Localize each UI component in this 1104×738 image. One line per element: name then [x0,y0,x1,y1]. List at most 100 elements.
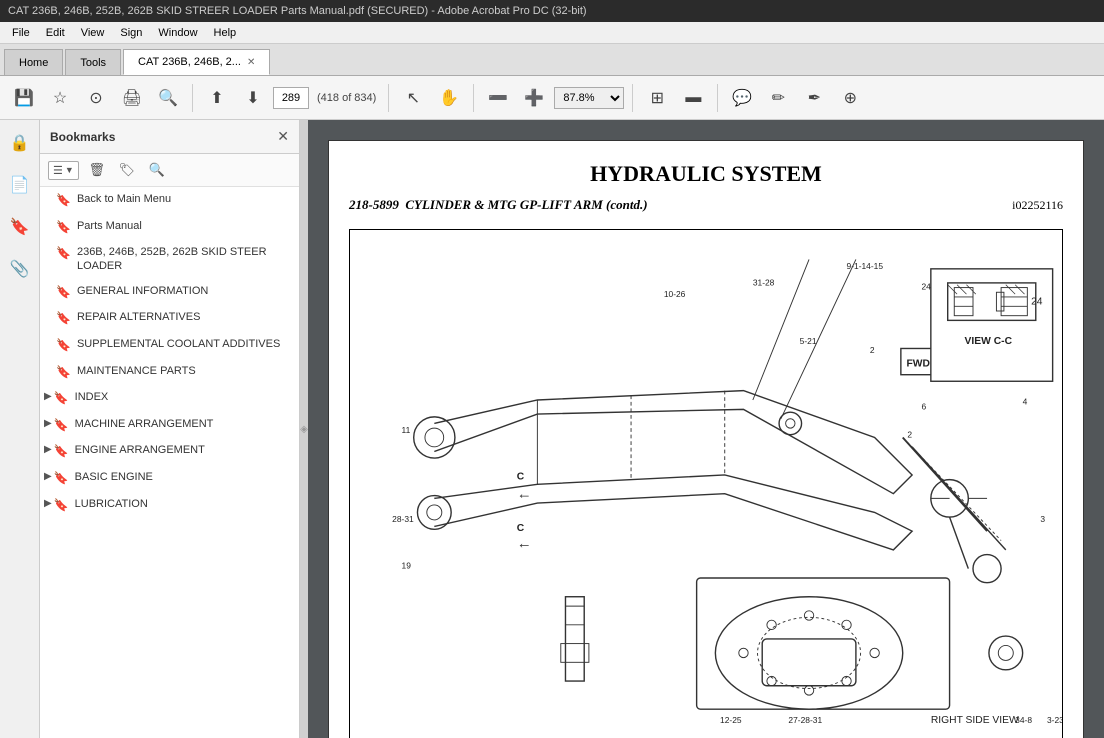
menu-view[interactable]: View [73,25,113,41]
zoom-in-button[interactable]: ➕ [518,82,550,114]
panel-icon-pages[interactable]: 📄 [5,170,35,200]
panel-icon-lock[interactable]: 🔒 [5,128,35,158]
sidebar-view-dropdown[interactable]: ☰ ▼ [48,161,79,180]
bookmark-basic-engine[interactable]: ▶ 🔖 BASIC ENGINE [40,465,299,492]
svg-text:VIEW C-C: VIEW C-C [965,336,1013,347]
prev-page-button[interactable]: ⬆ [201,82,233,114]
main-layout: 🔒 📄 🔖 📎 Bookmarks ✕ ☰ ▼ 🗑 🏷 🔍 🔖 Back to … [0,120,1104,738]
bookmark-icon-3: 🔖 [56,246,71,262]
sidebar-close-icon[interactable]: ✕ [277,128,289,145]
menu-edit[interactable]: Edit [38,25,73,41]
bookmark-label-11: BASIC ENGINE [75,470,291,484]
content-area[interactable]: HYDRAULIC SYSTEM 218-5899 CYLINDER & MTG… [308,120,1104,738]
bookmark-icon-2: 🔖 [56,220,71,236]
title-bar: CAT 236B, 246B, 252B, 262B SKID STREER L… [0,0,1104,22]
separator-4 [632,84,633,112]
svg-text:2: 2 [907,429,912,439]
next-page-button[interactable]: ⬇ [237,82,269,114]
expand-arrow-lub: ▶ [44,497,52,510]
bookmark-label-5: REPAIR ALTERNATIVES [77,310,291,324]
fit-width-button[interactable]: ▬ [677,82,709,114]
tab-close-icon[interactable]: ✕ [247,57,255,68]
svg-text:3-23: 3-23 [1047,715,1062,725]
bookmark-icon-10: 🔖 [54,444,69,460]
title-text: CAT 236B, 246B, 252B, 262B SKID STREER L… [8,5,587,17]
tab-document[interactable]: CAT 236B, 246B, 2... ✕ [123,49,270,75]
toolbar: 💾 ☆ ⊙ 🖨 🔍 ⬆ ⬇ (418 of 834) ↖ ✋ ➖ ➕ 87.8%… [0,76,1104,120]
diagram-svg: C ← C ← [350,230,1062,738]
share-button[interactable]: ⊙ [80,82,112,114]
bookmark-parts-manual[interactable]: 🔖 Parts Manual [40,214,299,241]
bookmark-icon-9: 🔖 [54,418,69,434]
bookmark-icon-1: 🔖 [56,193,71,209]
separator-5 [717,84,718,112]
svg-text:24: 24 [1031,296,1043,307]
tab-home[interactable]: Home [4,49,63,75]
bookmark-maintenance[interactable]: 🔖 MAINTENANCE PARTS [40,359,299,386]
zoom-out-button[interactable]: ➖ [482,82,514,114]
panel-icon-bookmarks[interactable]: 🔖 [5,212,35,242]
bookmark-label-8: INDEX [75,390,291,404]
svg-text:RIGHT SIDE VIEW: RIGHT SIDE VIEW [931,715,1019,726]
menu-file[interactable]: File [4,25,38,41]
bookmark-index[interactable]: ▶ 🔖 INDEX [40,385,299,412]
svg-text:19: 19 [402,561,412,571]
bookmark-label-4: GENERAL INFORMATION [77,284,291,298]
stamp-button[interactable]: ⊕ [834,82,866,114]
bookmark-lubrication[interactable]: ▶ 🔖 LUBRICATION [40,492,299,519]
sidebar-delete-button[interactable]: 🗑 [85,158,109,182]
print-button[interactable]: 🖨 [116,82,148,114]
search-button[interactable]: 🔍 [152,82,184,114]
highlight-button[interactable]: ✏ [762,82,794,114]
bookmark-icon-7: 🔖 [56,365,71,381]
page-number-input[interactable] [273,87,309,109]
svg-text:C: C [517,472,525,483]
menu-help[interactable]: Help [206,25,245,41]
fit-page-button[interactable]: ⊞ [641,82,673,114]
bookmark-label-7: MAINTENANCE PARTS [77,364,291,378]
bookmark-icon-5: 🔖 [56,311,71,327]
zoom-select[interactable]: 87.8% 100% 125% 75% [554,87,624,109]
svg-text:31-28: 31-28 [753,278,775,288]
hand-tool[interactable]: ✋ [433,82,465,114]
comment-button[interactable]: 💬 [726,82,758,114]
bookmark-label-1: Back to Main Menu [77,192,291,206]
bookmark-machine-arr[interactable]: ▶ 🔖 MACHINE ARRANGEMENT [40,412,299,439]
menu-window[interactable]: Window [150,25,205,41]
cursor-tool[interactable]: ↖ [397,82,429,114]
panel-icon-attach[interactable]: 📎 [5,254,35,284]
fwd-label: FWD [906,358,929,369]
bookmark-repair-alt[interactable]: 🔖 REPAIR ALTERNATIVES [40,305,299,332]
sidebar-resize-handle[interactable]: ◈ [300,120,308,738]
bookmark-icon-4: 🔖 [56,285,71,301]
sidebar: Bookmarks ✕ ☰ ▼ 🗑 🏷 🔍 🔖 Back to Main Men… [40,120,300,738]
sidebar-search-button[interactable]: 🔍 [145,158,169,182]
bookmark-back-to-main[interactable]: 🔖 Back to Main Menu [40,187,299,214]
tab-tools-label: Tools [80,57,106,69]
sidebar-tag-button[interactable]: 🏷 [115,158,139,182]
expand-arrow-machine: ▶ [44,417,52,430]
svg-text:28-31: 28-31 [392,514,414,524]
diagram-area: C ← C ← [349,229,1063,738]
tab-tools[interactable]: Tools [65,49,121,75]
svg-text:C: C [517,523,525,534]
bookmark-icon-6: 🔖 [56,338,71,354]
save-button[interactable]: 💾 [8,82,40,114]
tab-document-label: CAT 236B, 246B, 2... [138,56,241,68]
bookmark-button[interactable]: ☆ [44,82,76,114]
bookmark-label-3: 236B, 246B, 252B, 262B SKID STEER LOADER [77,245,291,274]
draw-button[interactable]: ✒ [798,82,830,114]
bookmark-general-info[interactable]: 🔖 GENERAL INFORMATION [40,279,299,306]
bookmark-coolant[interactable]: 🔖 SUPPLEMENTAL COOLANT ADDITIVES [40,332,299,359]
svg-text:←: ← [517,485,532,502]
bookmark-label-12: LUBRICATION [75,497,291,511]
sidebar-header: Bookmarks ✕ [40,120,299,154]
bookmark-icon-12: 🔖 [54,498,69,514]
page-title: HYDRAULIC SYSTEM [349,161,1063,187]
bookmark-skid-steer[interactable]: 🔖 236B, 246B, 252B, 262B SKID STEER LOAD… [40,240,299,279]
menu-sign[interactable]: Sign [112,25,150,41]
svg-text:11: 11 [402,425,411,435]
expand-arrow-basic: ▶ [44,470,52,483]
svg-text:10-26: 10-26 [664,289,686,299]
bookmark-engine-arr[interactable]: ▶ 🔖 ENGINE ARRANGEMENT [40,438,299,465]
